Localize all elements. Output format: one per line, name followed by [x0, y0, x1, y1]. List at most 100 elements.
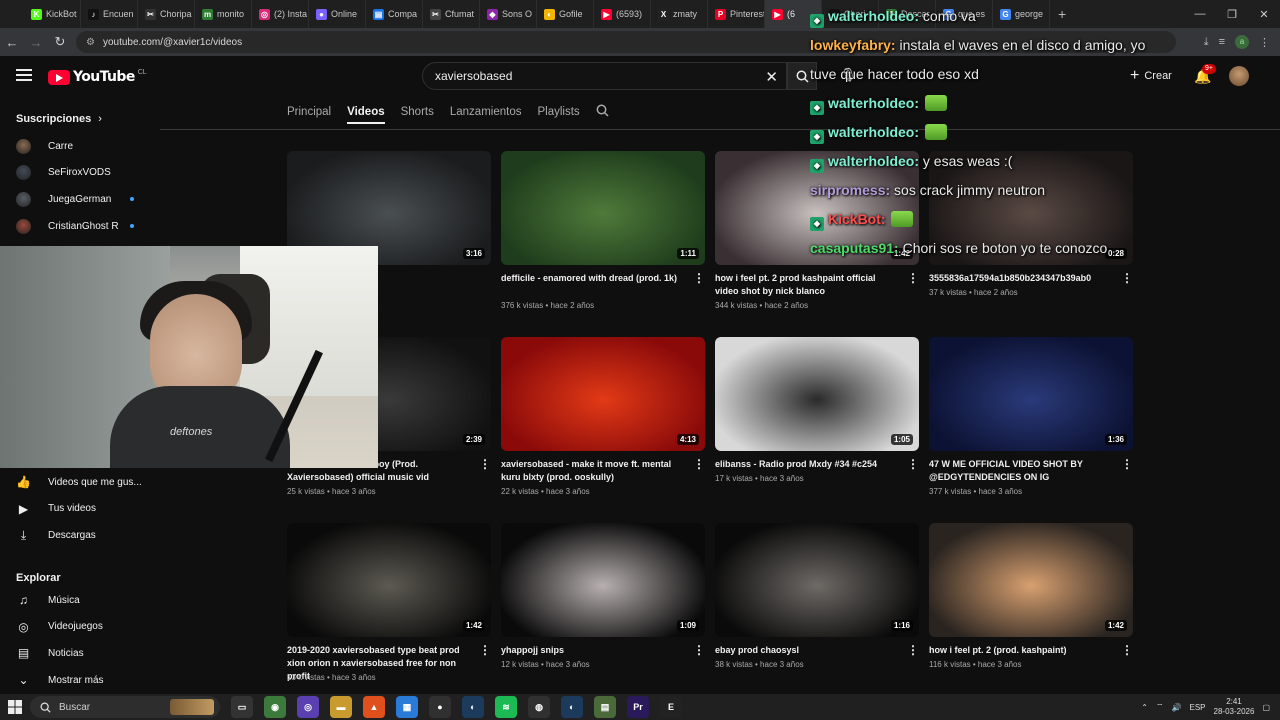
- video-thumbnail[interactable]: 1:42: [287, 523, 491, 637]
- sidebar-subscription[interactable]: SeFiroxVODS: [16, 161, 154, 185]
- video-card[interactable]: 1:11 defficile - enamored with dread (pro…: [501, 151, 705, 331]
- sidebar-item[interactable]: ♫ Música: [16, 588, 154, 612]
- folder-icon[interactable]: ▬: [330, 696, 352, 718]
- more-options-icon[interactable]: ⋮: [1121, 272, 1133, 284]
- app-obs-icon[interactable]: ●: [429, 696, 451, 718]
- video-title[interactable]: 3555836a17594a1b850b234347b39ab0: [929, 272, 1115, 285]
- browser-tab[interactable]: Xzmaty: [651, 0, 708, 28]
- channel-tab[interactable]: Videos: [347, 106, 385, 124]
- video-thumbnail[interactable]: 1:05: [715, 337, 919, 451]
- close-window-icon[interactable]: ✕: [1248, 0, 1280, 28]
- clock[interactable]: 2:41 28-03-2026: [1214, 697, 1255, 717]
- sidebar-item[interactable]: ▤ Noticias: [16, 641, 154, 665]
- sidebar-item[interactable]: 👍 Videos que me gus...: [16, 470, 154, 494]
- more-options-icon[interactable]: ⋮: [479, 644, 491, 656]
- browser-tab[interactable]: ◎ (2) Insta: [252, 0, 309, 28]
- forward-icon[interactable]: →: [24, 28, 48, 56]
- subscriptions-heading[interactable]: Suscripciones ›: [16, 113, 102, 125]
- sidebar-item[interactable]: ◎ Videojuegos: [16, 615, 154, 639]
- menu-icon[interactable]: ⋮: [1259, 36, 1270, 49]
- browser-tab[interactable]: Ggeorge: [993, 0, 1050, 28]
- video-thumbnail[interactable]: 4:13: [501, 337, 705, 451]
- chrome-icon[interactable]: ◉: [264, 696, 286, 718]
- more-options-icon[interactable]: ⋮: [907, 644, 919, 656]
- more-options-icon[interactable]: ⋮: [479, 458, 491, 470]
- app-2-icon[interactable]: ◎: [297, 696, 319, 718]
- channel-tab[interactable]: Principal: [287, 106, 331, 118]
- reload-icon[interactable]: ↻: [48, 28, 72, 56]
- browser-tab[interactable]: ◆ Sons O: [480, 0, 537, 28]
- store-icon[interactable]: ▦: [396, 696, 418, 718]
- video-thumbnail[interactable]: 1:42: [929, 523, 1133, 637]
- video-title[interactable]: how i feel pt. 2 (prod. kashpaint): [929, 644, 1115, 657]
- clear-search-icon[interactable]: ✕: [765, 68, 778, 86]
- video-thumbnail[interactable]: 1:09: [501, 523, 705, 637]
- download-icon[interactable]: ⤓: [1204, 36, 1209, 49]
- video-title[interactable]: how i feel pt. 2 prod kashpaint official…: [715, 272, 901, 298]
- video-card[interactable]: 1:42 how i feel pt. 2 (prod. kashpaint) 11…: [929, 523, 1133, 703]
- video-card[interactable]: 1:42 2019-2020 xaviersobased type beat pr…: [287, 523, 491, 703]
- app-11-icon[interactable]: ▤: [594, 696, 616, 718]
- profile-icon[interactable]: a: [1235, 35, 1249, 49]
- video-thumbnail[interactable]: 1:16: [715, 523, 919, 637]
- spotify-icon[interactable]: ≋: [495, 696, 517, 718]
- new-tab-button[interactable]: +: [1058, 6, 1078, 22]
- steam-icon[interactable]: ◐: [462, 696, 484, 718]
- browser-tab[interactable]: m monito: [195, 0, 252, 28]
- video-title[interactable]: yhappojj snips: [501, 644, 687, 657]
- volume-icon[interactable]: 🔊: [1172, 703, 1182, 712]
- premiere-icon[interactable]: Pr: [627, 696, 649, 718]
- sidebar-subscription[interactable]: CristianGhost R: [16, 214, 154, 238]
- maximize-icon[interactable]: ❐: [1216, 0, 1248, 28]
- browser-tab[interactable]: ● Online: [309, 0, 366, 28]
- sidebar-subscription[interactable]: Carre: [16, 134, 154, 158]
- search-input[interactable]: xaviersobased ✕: [422, 62, 787, 90]
- video-title[interactable]: elibanss - Radio prod Mxdy #34 #c254: [715, 458, 901, 471]
- channel-tab[interactable]: Playlists: [537, 106, 579, 118]
- app-9-icon[interactable]: ◍: [528, 696, 550, 718]
- account-avatar[interactable]: [1229, 66, 1249, 86]
- chevron-up-icon[interactable]: ⌃: [1141, 703, 1148, 712]
- browser-tab[interactable]: P Pinterest: [708, 0, 765, 28]
- channel-tab[interactable]: Shorts: [401, 106, 434, 118]
- notification-center-icon[interactable]: ▢: [1262, 703, 1270, 712]
- more-options-icon[interactable]: ⋮: [1121, 458, 1133, 470]
- start-button[interactable]: [0, 694, 30, 720]
- video-card[interactable]: 1:16 ebay prod chaosysl 38 k vistas • hace…: [715, 523, 919, 703]
- more-options-icon[interactable]: ⋮: [693, 272, 705, 284]
- browser-tab[interactable]: ◐ Gofile: [537, 0, 594, 28]
- more-options-icon[interactable]: ⋮: [693, 458, 705, 470]
- epic-icon[interactable]: E: [660, 696, 682, 718]
- browser-tab[interactable]: ▶ (6593): [594, 0, 651, 28]
- browser-tab[interactable]: ✂ Choripa: [138, 0, 195, 28]
- browser-tab[interactable]: ▤ Compa: [366, 0, 423, 28]
- more-options-icon[interactable]: ⋮: [693, 644, 705, 656]
- video-title[interactable]: 47 W ME OFFICIAL VIDEO SHOT BY @EDGYTEND…: [929, 458, 1115, 484]
- video-thumbnail[interactable]: 1:11: [501, 151, 705, 265]
- taskbar-search[interactable]: Buscar: [30, 696, 220, 718]
- back-icon[interactable]: ←: [0, 28, 24, 56]
- site-info-icon[interactable]: ⚙: [86, 37, 95, 48]
- video-title[interactable]: xaviersobased - make it move ft. mental …: [501, 458, 687, 484]
- video-card[interactable]: 4:13 xaviersobased - make it move ft. men…: [501, 337, 705, 517]
- language-indicator[interactable]: ESP: [1190, 703, 1206, 712]
- browser-tab[interactable]: ♪ Encuen: [81, 0, 138, 28]
- brave-icon[interactable]: ▲: [363, 696, 385, 718]
- sidebar-item[interactable]: ⤓ Descargas: [16, 523, 154, 547]
- video-card[interactable]: 1:05 elibanss - Radio prod Mxdy #34 #c254…: [715, 337, 919, 517]
- video-title[interactable]: ebay prod chaosysl: [715, 644, 901, 657]
- video-title[interactable]: defficile - enamored with dread (prod. 1…: [501, 272, 687, 285]
- sidebar-item[interactable]: ▶ Tus videos: [16, 497, 154, 521]
- menu-hamburger-icon[interactable]: [16, 69, 32, 81]
- video-thumbnail[interactable]: 1:36: [929, 337, 1133, 451]
- channel-search-icon[interactable]: [596, 104, 609, 120]
- create-button[interactable]: + Crear: [1120, 62, 1182, 90]
- youtube-logo[interactable]: YouTube CL: [48, 69, 147, 85]
- sidebar-item[interactable]: ⌄ Mostrar más: [16, 668, 154, 692]
- browser-tab[interactable]: K KickBot: [24, 0, 81, 28]
- minimize-icon[interactable]: —: [1184, 0, 1216, 28]
- sidebar-subscription[interactable]: JuegaGerman: [16, 187, 154, 211]
- media-icon[interactable]: ≡: [1219, 36, 1225, 48]
- channel-tab[interactable]: Lanzamientos: [450, 106, 522, 118]
- video-card[interactable]: 1:09 yhappojj snips 12 k vistas • hace 3 a…: [501, 523, 705, 703]
